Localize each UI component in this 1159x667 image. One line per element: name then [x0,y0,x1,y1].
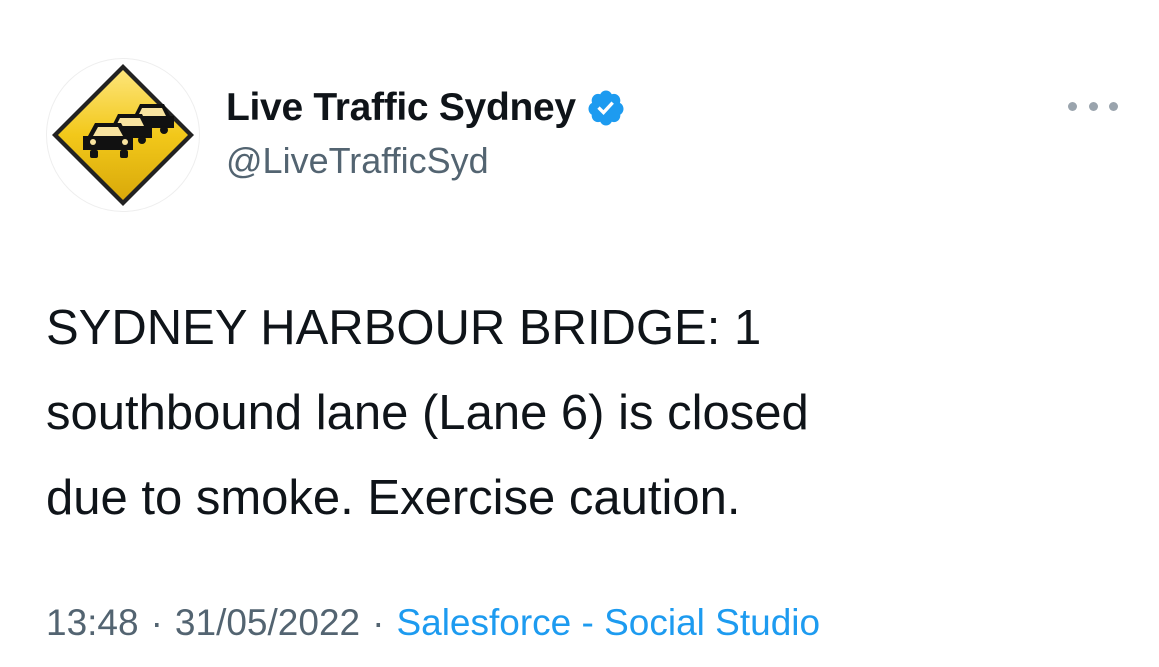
avatar[interactable] [46,58,200,212]
tweet-text: SYDNEY HARBOUR BRIDGE: 1 southbound lane… [46,286,1106,541]
more-dot [1068,101,1077,111]
tweet-source-link[interactable]: Salesforce - Social Studio [396,602,820,643]
tweet-meta: 13:48 · 31/05/2022 · Salesforce - Social Stu… [46,602,820,644]
tweet-card: Live Traffic Sydney @LiveTrafficSyd SYDN… [0,0,1159,667]
tweet-text-line: SYDNEY HARBOUR BRIDGE: 1 [46,301,762,355]
verified-badge-icon [586,88,626,128]
more-dot [1088,101,1098,111]
author-handle[interactable]: @LiveTrafficSyd [226,140,489,182]
traffic-jam-sign-icon [52,64,194,206]
display-name[interactable]: Live Traffic Sydney [226,86,576,130]
meta-separator: · [150,602,163,643]
tweet-text-line: southbound lane (Lane 6) is closed [46,386,809,440]
tweet-time[interactable]: 13:48 [46,602,139,643]
tweet-text-line: due to smoke. Exercise caution. [46,471,741,525]
more-options-icon[interactable] [1068,96,1118,116]
meta-separator: · [372,602,385,643]
author-name-row[interactable]: Live Traffic Sydney [226,84,626,132]
more-dot [1109,101,1118,111]
tweet-date[interactable]: 31/05/2022 [175,602,360,643]
